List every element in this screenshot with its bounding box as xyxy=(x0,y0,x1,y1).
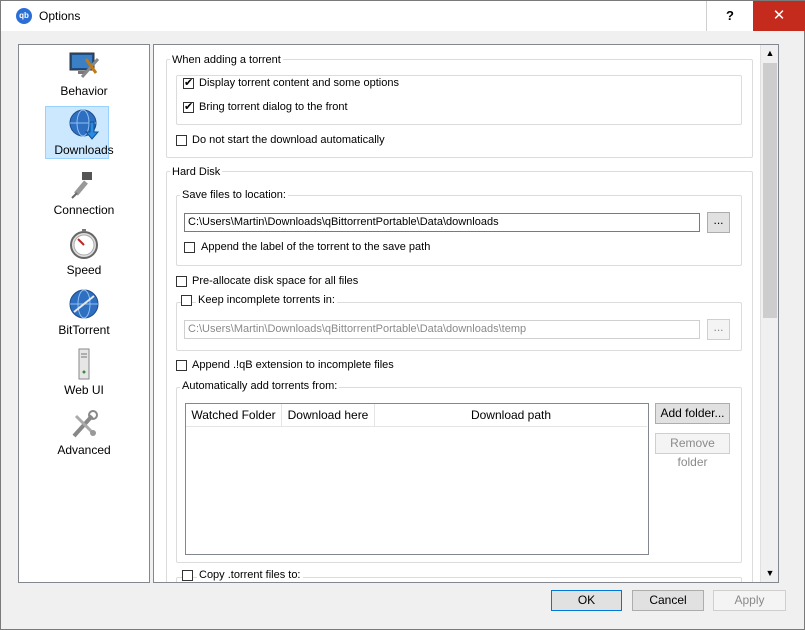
display-content-checkbox[interactable] xyxy=(183,76,194,89)
tower-icon xyxy=(78,348,90,380)
sidebar-item-bittorrent[interactable]: BitTorrent xyxy=(19,286,149,344)
category-sidebar: Behavior Downloads Connection Speed BitT… xyxy=(18,44,150,583)
sidebar-item-label: BitTorrent xyxy=(58,323,110,337)
sidebar-item-webui[interactable]: Web UI xyxy=(19,346,149,404)
sidebar-item-label: Advanced xyxy=(57,443,111,457)
column-header-watched-folder[interactable]: Watched Folder xyxy=(186,404,282,427)
sidebar-item-label: Web UI xyxy=(64,383,104,397)
scrollbar-thumb[interactable] xyxy=(763,63,777,318)
bring-front-label: Bring torrent dialog to the front xyxy=(199,101,348,113)
copy-torrent-checkbox[interactable] xyxy=(182,570,193,581)
temp-path-browse-button[interactable]: ... xyxy=(707,319,730,340)
title-bar: qb Options ? ✕ xyxy=(1,1,805,31)
close-button[interactable]: ✕ xyxy=(753,1,805,31)
sidebar-item-downloads[interactable]: Downloads xyxy=(19,106,149,164)
keep-incomplete-label: Keep incomplete torrents in: xyxy=(196,294,337,306)
vertical-scrollbar[interactable]: ▲ ▼ xyxy=(760,45,778,582)
preallocate-checkbox[interactable] xyxy=(176,276,187,287)
save-location-group-label: Save files to location: xyxy=(180,189,288,201)
auto-add-group-label: Automatically add torrents from: xyxy=(180,380,340,392)
display-content-label: Display torrent content and some options xyxy=(199,77,399,89)
sidebar-item-label: Connection xyxy=(53,203,115,217)
globe-icon xyxy=(69,289,99,319)
apply-button[interactable]: Apply xyxy=(713,590,786,611)
column-header-download-here[interactable]: Download here xyxy=(282,404,375,427)
append-label-label: Append the label of the torrent to the s… xyxy=(201,241,431,253)
sidebar-item-advanced[interactable]: Advanced xyxy=(19,406,149,464)
append-label-checkbox[interactable] xyxy=(184,242,195,253)
options-window: qb Options ? ✕ Behavior Downloads Connec… xyxy=(0,0,805,630)
remove-folder-button[interactable]: Remove folder xyxy=(655,433,730,469)
ok-button[interactable]: OK xyxy=(551,590,622,611)
copy-torrent-label: Copy .torrent files to: xyxy=(197,569,303,581)
save-path-browse-button[interactable]: ... xyxy=(707,212,730,233)
sidebar-item-label: Behavior xyxy=(60,84,108,98)
plug-icon xyxy=(71,172,92,199)
cancel-button[interactable]: Cancel xyxy=(632,590,704,611)
column-header-download-path[interactable]: Download path xyxy=(375,404,647,427)
append-qb-label: Append .!qB extension to incomplete file… xyxy=(192,359,394,371)
no-autostart-label: Do not start the download automatically xyxy=(192,134,385,146)
downloads-settings-panel: When adding a torrent Display torrent co… xyxy=(153,44,779,583)
hard-disk-group-label: Hard Disk xyxy=(170,166,223,178)
window-title: Options xyxy=(39,9,81,23)
help-button[interactable]: ? xyxy=(706,1,753,31)
preallocate-label: Pre-allocate disk space for all files xyxy=(192,275,359,287)
watched-folders-table[interactable]: Watched Folder Download here Download pa… xyxy=(185,403,649,555)
keep-incomplete-checkbox[interactable] xyxy=(181,295,192,306)
sidebar-item-label: Speed xyxy=(66,263,102,277)
tools-icon xyxy=(72,410,98,438)
monitor-tools-icon xyxy=(69,52,100,78)
save-path-input[interactable]: C:\Users\Martin\Downloads\qBittorrentPor… xyxy=(184,213,700,232)
sidebar-item-behavior[interactable]: Behavior xyxy=(19,47,149,105)
bring-front-checkbox[interactable] xyxy=(183,100,194,113)
adding-torrent-group-label: When adding a torrent xyxy=(170,54,283,66)
globe-download-icon xyxy=(69,109,100,140)
scroll-down-icon[interactable]: ▼ xyxy=(761,565,778,582)
qbittorrent-app-icon: qb xyxy=(16,8,32,24)
sidebar-item-label: Downloads xyxy=(54,143,114,157)
stopwatch-icon xyxy=(70,229,98,259)
append-qb-checkbox[interactable] xyxy=(176,360,187,371)
sidebar-item-speed[interactable]: Speed xyxy=(19,226,149,284)
temp-path-input[interactable]: C:\Users\Martin\Downloads\qBittorrentPor… xyxy=(184,320,700,339)
sidebar-item-connection[interactable]: Connection xyxy=(19,166,149,224)
scroll-up-icon[interactable]: ▲ xyxy=(761,45,778,62)
add-folder-button[interactable]: Add folder... xyxy=(655,403,730,424)
no-autostart-checkbox[interactable] xyxy=(176,135,187,146)
